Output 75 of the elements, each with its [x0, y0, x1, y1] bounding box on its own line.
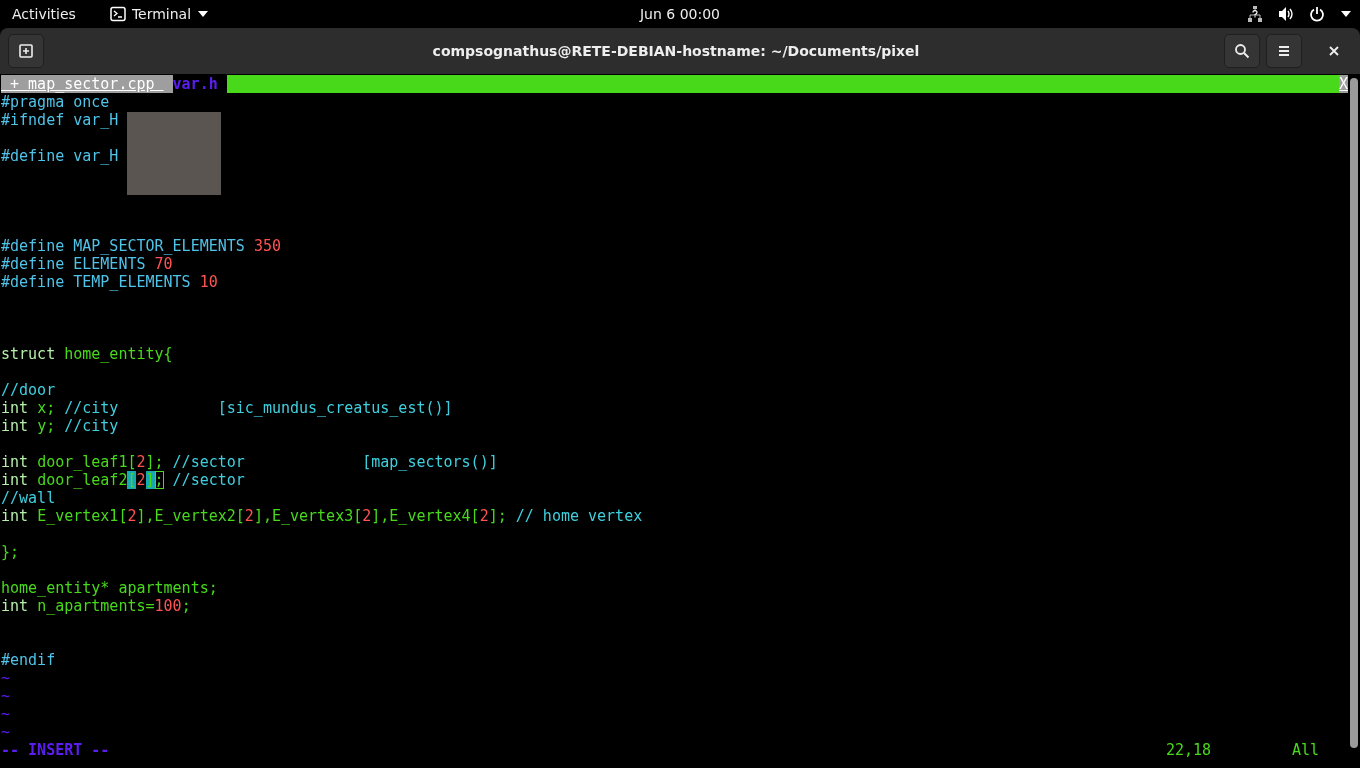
code-text: ;	[181, 597, 191, 615]
number-literal: 2	[244, 507, 254, 525]
number-literal: 100	[154, 597, 182, 615]
number-literal: 10	[199, 273, 218, 291]
power-icon	[1309, 5, 1325, 22]
code-text: ];	[488, 507, 508, 525]
comment-text: //city [sic_mundus_creatus_est()]	[64, 399, 453, 417]
preprocessor-directive: #define TEMP_ELEMENTS	[1, 273, 192, 291]
new-tab-button[interactable]	[8, 34, 44, 68]
code-text: y;	[37, 417, 57, 435]
clock[interactable]: Jun 6 00:00	[600, 5, 760, 22]
code-text: };	[1, 543, 20, 561]
comment-text: //sector	[171, 471, 245, 489]
comment-text: //door	[1, 381, 56, 399]
preprocessor-directive: #define var_H	[1, 147, 119, 165]
number-literal: 2	[362, 507, 372, 525]
comment-text: //wall	[1, 489, 56, 507]
mode-indicator: -- INSERT --	[1, 741, 110, 759]
code-text: ];	[145, 453, 165, 471]
menu-icon	[1276, 43, 1292, 59]
code-text: door_leaf1[	[37, 453, 137, 471]
terminal-icon	[109, 5, 126, 22]
code-text: n_apartments=	[37, 597, 155, 615]
code-text: ],E_vertex2[	[136, 507, 245, 525]
scroll-position: All	[1292, 741, 1321, 759]
search-button[interactable]	[1224, 34, 1260, 68]
empty-line-marker: ~	[1, 687, 11, 705]
search-icon	[1234, 43, 1250, 59]
preprocessor-directive: #define ELEMENTS	[1, 255, 147, 273]
cursor-position: 22,18	[1166, 741, 1213, 759]
preprocessor-directive: #ifndef var_H	[1, 111, 119, 129]
menu-button[interactable]	[1266, 34, 1302, 68]
code-text: home_entity* apartments;	[1, 579, 218, 597]
new-tab-icon	[18, 43, 34, 59]
code-text: E_vertex1[	[37, 507, 128, 525]
window-title: compsognathus@RETE-DEBIAN-hostname: ~/Documents/pixel	[431, 43, 921, 59]
matching-bracket: [	[127, 471, 137, 489]
code-text: door_leaf2	[37, 471, 128, 489]
app-menu[interactable]: Terminal	[109, 5, 210, 22]
empty-line-marker: ~	[1, 705, 11, 723]
type-keyword: int	[1, 507, 30, 525]
caret-icon	[197, 9, 210, 18]
preprocessor-directive: #pragma once	[1, 93, 110, 111]
number-literal: 2	[479, 507, 489, 525]
code-text: home_entity{	[64, 345, 173, 363]
empty-line-marker: ~	[1, 669, 11, 687]
code-text: ],E_vertex3[	[253, 507, 363, 525]
type-keyword: int	[1, 471, 30, 489]
activities-button[interactable]: Activities	[12, 5, 76, 22]
network-icon	[1247, 5, 1263, 22]
caret-icon	[1340, 9, 1352, 18]
matching-bracket: ]	[145, 471, 155, 489]
number-literal: 70	[154, 255, 173, 273]
number-literal: 2	[136, 471, 146, 489]
close-icon	[1328, 45, 1340, 57]
code-text: ],E_vertex4[	[371, 507, 480, 525]
number-literal: 350	[253, 237, 281, 255]
comment-text: //city	[64, 417, 119, 435]
type-keyword: int	[1, 399, 30, 417]
type-keyword: struct	[1, 345, 57, 363]
comment-text: // home vertex	[515, 507, 643, 525]
type-keyword: int	[1, 453, 30, 471]
comment-text: //sector [map_sectors()]	[172, 453, 498, 471]
type-keyword: int	[1, 417, 30, 435]
system-menu[interactable]	[1247, 5, 1352, 22]
number-literal: 2	[127, 507, 137, 525]
scrollbar-thumb[interactable]	[1350, 78, 1358, 748]
preprocessor-directive: #endif	[1, 651, 56, 669]
text-cursor: ;	[154, 471, 164, 489]
volume-icon	[1278, 5, 1294, 22]
preprocessor-directive: #define MAP_SECTOR_ELEMENTS	[1, 237, 246, 255]
number-literal: 2	[136, 453, 146, 471]
type-keyword: int	[1, 597, 30, 615]
code-text: x;	[37, 399, 57, 417]
empty-line-marker: ~	[1, 723, 11, 741]
